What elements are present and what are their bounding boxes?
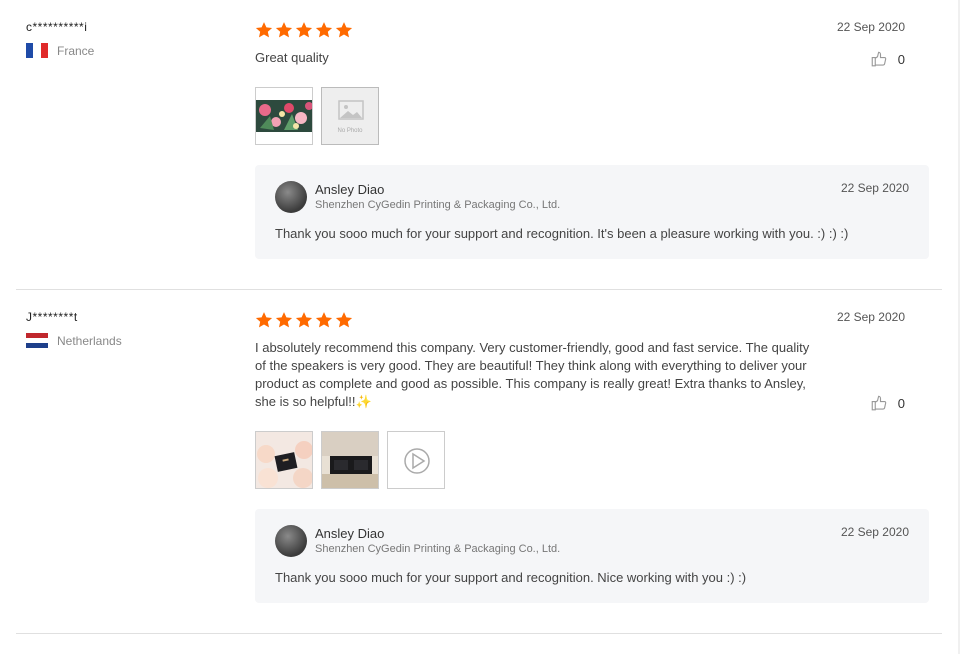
reply-text: Thank you sooo much for your support and… — [275, 570, 747, 585]
reviewer-country: Netherlands — [26, 333, 122, 348]
review-card: J********t Netherlands 22 Sep 2020 0 I a… — [16, 290, 942, 634]
review-photos — [255, 431, 445, 489]
product-image — [322, 432, 378, 488]
star-icon — [255, 312, 273, 328]
avatar — [275, 181, 307, 213]
reply-date: 22 Sep 2020 — [840, 525, 909, 539]
play-icon — [404, 448, 430, 474]
no-photo-label: No Photo — [337, 128, 363, 134]
star-icon — [315, 312, 333, 328]
review-photo-box[interactable] — [255, 431, 313, 489]
review-card: c**********i France 22 Sep 2020 0 Great … — [16, 0, 942, 290]
reply-date: 22 Sep 2020 — [840, 181, 909, 195]
review-photo-flowers[interactable] — [255, 87, 313, 145]
reviewer-name: J********t — [26, 310, 78, 324]
star-icon — [295, 312, 313, 328]
star-icon — [275, 312, 293, 328]
reviewer-country: France — [26, 43, 94, 58]
star-icon — [335, 22, 353, 38]
review-video[interactable] — [387, 431, 445, 489]
review-date: 22 Sep 2020 — [836, 310, 905, 324]
france-flag-icon — [26, 43, 48, 58]
seller-name: Ansley Diao — [315, 526, 385, 541]
reviewer-info: c**********i France — [26, 20, 94, 58]
no-photo-icon — [338, 100, 364, 120]
avatar — [275, 525, 307, 557]
like-button[interactable]: 0 — [870, 394, 905, 412]
box-image — [256, 432, 312, 488]
review-text: I absolutely recommend this company. Ver… — [255, 340, 810, 409]
like-count: 0 — [897, 395, 905, 411]
star-rating — [255, 311, 353, 329]
star-icon — [315, 22, 333, 38]
thumbs-up-icon[interactable] — [870, 50, 888, 68]
star-rating — [255, 21, 353, 39]
reply-text: Thank you sooo much for your support and… — [275, 226, 849, 241]
thumbs-up-icon[interactable] — [870, 394, 888, 412]
like-count: 0 — [897, 51, 905, 67]
star-icon — [255, 22, 273, 38]
netherlands-flag-icon — [26, 333, 48, 348]
seller-company: Shenzhen CyGedin Printing & Packaging Co… — [315, 543, 561, 555]
seller-company: Shenzhen CyGedin Printing & Packaging Co… — [315, 199, 561, 211]
country-name: France — [57, 43, 95, 58]
reviewer-info: J********t Netherlands — [26, 310, 122, 348]
reviewer-name: c**********i — [26, 20, 88, 34]
seller-name: Ansley Diao — [315, 182, 385, 197]
seller-reply: Ansley Diao Shenzhen CyGedin Printing & … — [255, 165, 929, 259]
star-icon — [335, 312, 353, 328]
review-photo-product[interactable] — [321, 431, 379, 489]
seller-reply: Ansley Diao Shenzhen CyGedin Printing & … — [255, 509, 929, 603]
star-icon — [295, 22, 313, 38]
review-date: 22 Sep 2020 — [836, 20, 905, 34]
like-button[interactable]: 0 — [870, 50, 905, 68]
flowers-image — [256, 88, 312, 144]
country-name: Netherlands — [57, 333, 122, 348]
review-text: Great quality — [255, 50, 329, 65]
review-photos: No Photo — [255, 87, 379, 145]
review-photo-placeholder[interactable]: No Photo — [321, 87, 379, 145]
star-icon — [275, 22, 293, 38]
